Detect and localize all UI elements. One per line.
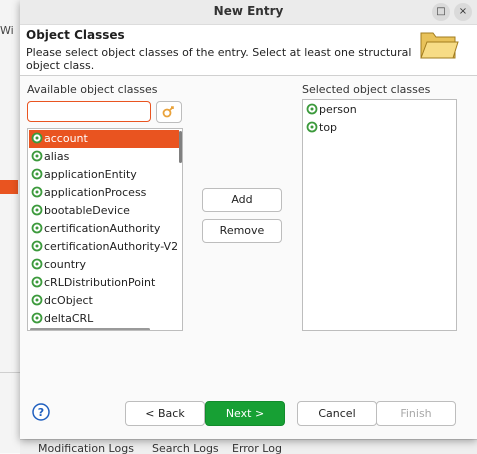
list-item-label: bootableDevice (44, 204, 130, 217)
horizontal-scrollbar[interactable] (30, 328, 150, 330)
object-class-icon (31, 276, 43, 288)
list-item-label: device (44, 330, 80, 331)
available-class-list-item[interactable]: deltaCRL (29, 310, 179, 328)
maximize-button[interactable]: □ (432, 3, 450, 21)
object-class-icon (31, 168, 43, 180)
folder-icon (420, 32, 459, 59)
background-tab-modification-logs[interactable]: Modification Logs (38, 442, 134, 454)
available-class-list-item[interactable]: dcObject (29, 292, 179, 310)
list-item-label: applicationEntity (44, 168, 137, 181)
selected-classes-list[interactable]: person top (302, 99, 457, 331)
list-item-label: account (44, 132, 88, 145)
dialog-titlebar: New Entry □ × (20, 0, 477, 25)
list-item-label: person (319, 103, 357, 116)
list-item-label: certificationAuthority-V2 (44, 240, 179, 253)
page-description: Please select object classes of the entr… (26, 46, 412, 72)
svg-text:?: ? (38, 406, 44, 419)
back-button[interactable]: < Back (125, 401, 205, 426)
list-item-label: cRLDistributionPoint (44, 276, 156, 289)
next-button[interactable]: Next > (205, 401, 285, 426)
background-partial-text: Wi (0, 24, 14, 37)
selected-classes-label: Selected object classes (302, 83, 431, 96)
available-class-list-item[interactable]: certificationAuthority-V2 (29, 238, 179, 256)
list-item-label: certificationAuthority (44, 222, 161, 235)
background-bottom-tabs: Modification Logs Search Logs Error Log (20, 439, 477, 454)
close-button[interactable]: × (454, 3, 472, 21)
vertical-scrollbar[interactable] (179, 131, 182, 163)
object-class-icon (306, 103, 318, 115)
object-class-icon (31, 222, 43, 234)
help-icon[interactable]: ? (32, 403, 50, 421)
available-class-list-item[interactable]: certificationAuthority (29, 220, 179, 238)
available-class-list-item[interactable]: alias (29, 148, 179, 166)
wizard-header: Object Classes Please select object clas… (20, 25, 477, 76)
dialog-title: New Entry (213, 4, 284, 18)
object-class-icon (31, 312, 43, 324)
list-item-label: country (44, 258, 87, 271)
browse-button[interactable] (156, 101, 182, 123)
background-tab-error-log[interactable]: Error Log (232, 442, 282, 454)
available-class-list-item[interactable]: applicationEntity (29, 166, 179, 184)
object-class-icon (31, 240, 43, 252)
list-item-label: dcObject (44, 294, 93, 307)
browse-icon (162, 106, 174, 118)
selected-class-list-item[interactable]: top (304, 119, 454, 137)
cancel-button[interactable]: Cancel (297, 401, 377, 426)
new-entry-dialog: New Entry □ × Object Classes Please sele… (20, 0, 477, 439)
filter-input[interactable] (27, 101, 151, 122)
list-item-label: deltaCRL (44, 312, 94, 325)
available-class-list-item[interactable]: country (29, 256, 179, 274)
available-classes-list[interactable]: account alias applicationEntity application… (27, 128, 183, 331)
object-class-icon (306, 121, 318, 133)
object-class-icon (31, 186, 43, 198)
selected-class-list-item[interactable]: person (304, 101, 454, 119)
background-tab-search-logs[interactable]: Search Logs (152, 442, 219, 454)
remove-button[interactable]: Remove (202, 219, 282, 243)
object-class-icon (31, 294, 43, 306)
list-item-label: applicationProcess (44, 186, 147, 199)
available-class-list-item[interactable]: cRLDistributionPoint (29, 274, 179, 292)
available-class-list-item[interactable]: bootableDevice (29, 202, 179, 220)
object-class-icon (31, 204, 43, 216)
background-divider (0, 372, 20, 373)
add-button[interactable]: Add (202, 188, 282, 212)
available-class-list-item[interactable]: applicationProcess (29, 184, 179, 202)
object-class-icon (31, 258, 43, 270)
object-class-icon (31, 330, 43, 331)
background-selected-marker (0, 180, 18, 194)
available-classes-label: Available object classes (27, 83, 158, 96)
page-title: Object Classes (26, 28, 125, 42)
available-class-list-item[interactable]: account (29, 130, 179, 148)
list-item-label: alias (44, 150, 70, 163)
finish-button[interactable]: Finish (376, 401, 456, 426)
object-class-icon (31, 132, 43, 144)
list-item-label: top (319, 121, 338, 134)
object-class-icon (31, 150, 43, 162)
